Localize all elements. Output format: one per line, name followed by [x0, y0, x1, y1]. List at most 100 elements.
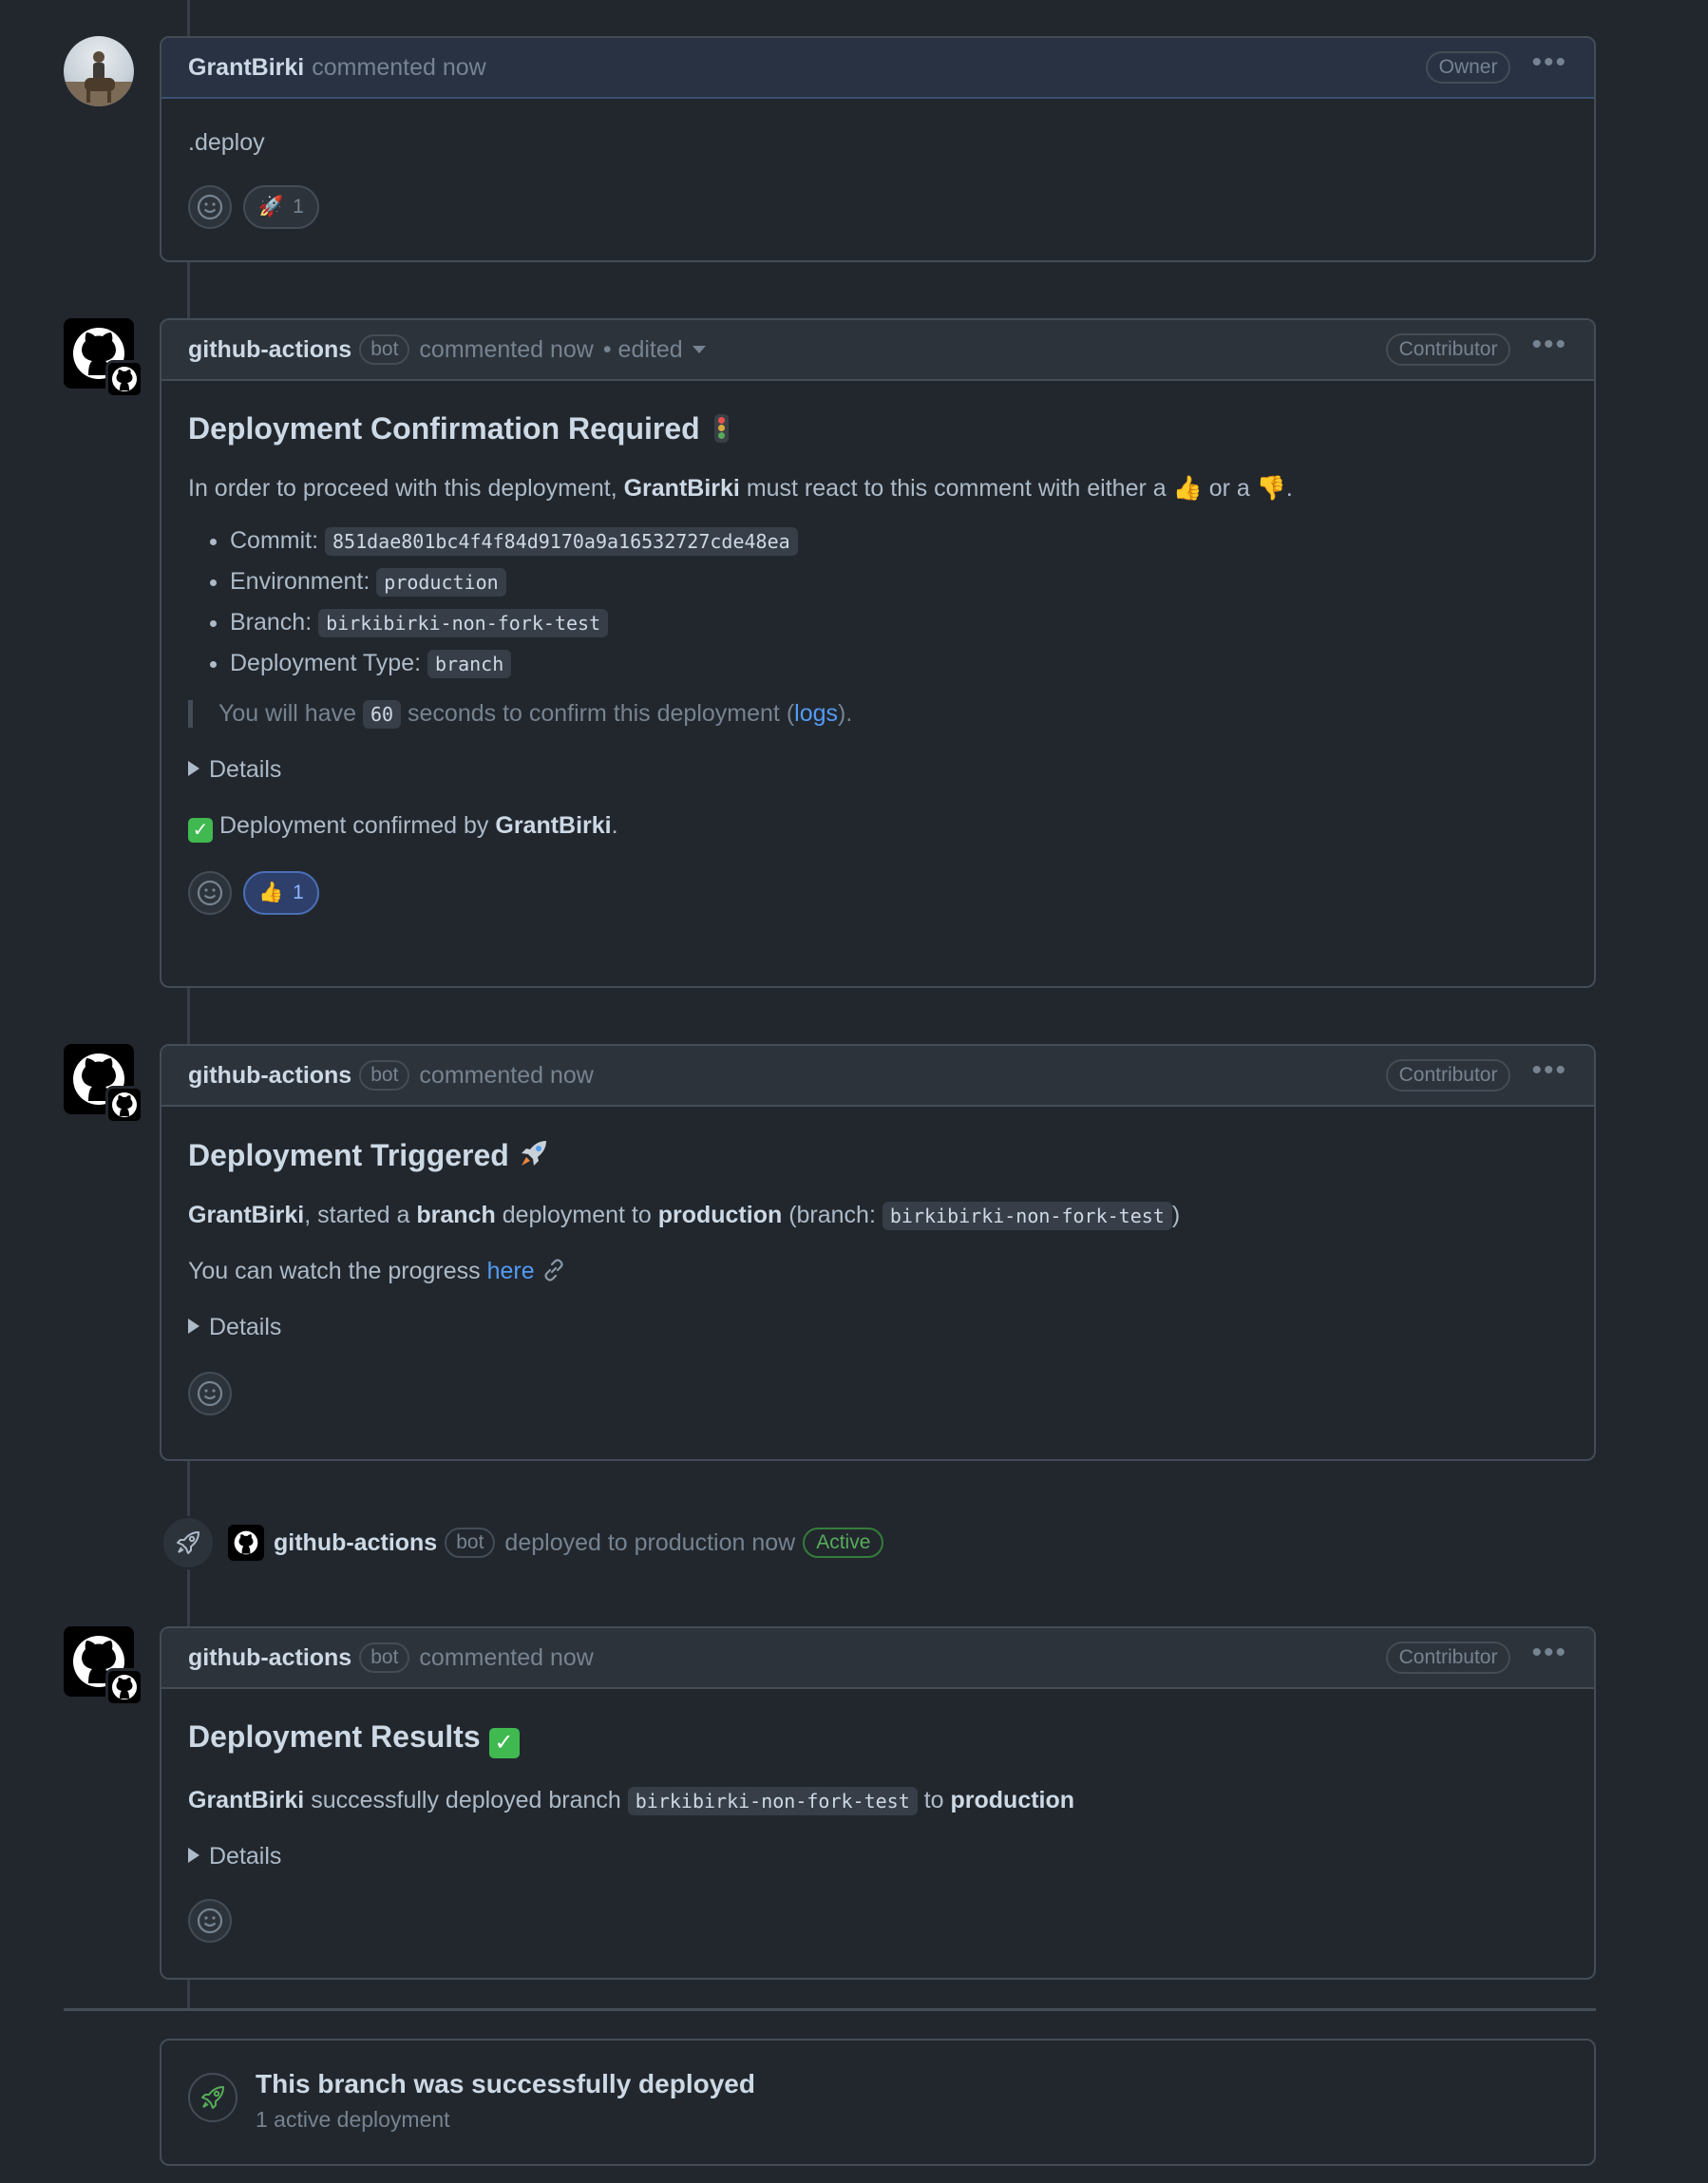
- add-reaction-button[interactable]: [188, 1372, 232, 1415]
- reaction-count: 1: [293, 882, 304, 903]
- triangle-right-icon: [188, 1848, 199, 1864]
- check-mark-icon: ✓: [188, 818, 213, 843]
- comment-header: github-actions bot commented now • edite…: [161, 320, 1594, 381]
- fact-label: Environment:: [230, 568, 370, 595]
- event-text[interactable]: deployed to production now: [504, 1529, 795, 1557]
- comment-timestamp[interactable]: commented now: [419, 336, 593, 364]
- traffic-light-icon: [713, 414, 729, 443]
- fact-label: Commit:: [230, 527, 319, 554]
- confirmation-quote: You will have 60 seconds to confirm this…: [188, 700, 1567, 729]
- more-options-icon[interactable]: •••: [1531, 1639, 1567, 1677]
- logs-link[interactable]: logs: [794, 700, 838, 727]
- progress-link[interactable]: here: [487, 1258, 535, 1284]
- fact-environment: Environment: production: [230, 568, 1567, 597]
- comment-card: github-actions bot commented now Contrib…: [160, 1626, 1596, 1980]
- comment-author[interactable]: github-actions: [188, 336, 351, 364]
- fact-deployment-type: Deployment Type: branch: [230, 650, 1567, 678]
- timeline-connector: [187, 262, 190, 319]
- timeline-connector: [187, 0, 190, 36]
- reactions-bar: [188, 1899, 1567, 1943]
- confirmed-user: GrantBirki: [495, 812, 612, 839]
- triangle-right-icon: [188, 761, 199, 777]
- deployment-summary: This branch was successfully deployed 1 …: [160, 2039, 1596, 2166]
- trigger-environment: production: [657, 1202, 783, 1228]
- add-reaction-button[interactable]: [188, 185, 232, 229]
- bot-label: bot: [359, 1060, 410, 1091]
- comment-author[interactable]: github-actions: [188, 1062, 351, 1090]
- details-toggle[interactable]: Details: [188, 1843, 1567, 1870]
- confirmed-line: ✓ Deployment confirmed by GrantBirki.: [188, 812, 1567, 843]
- fact-commit: Commit: 851dae801bc4f4f84d9170a9a1653272…: [230, 527, 1567, 556]
- confirmed-text: .: [611, 812, 618, 839]
- github-mark-icon: [112, 1675, 137, 1699]
- branch-code: birkibirki-non-fork-test: [627, 1787, 918, 1815]
- intro-text: must react to this comment with either a: [746, 475, 1167, 502]
- comment-header: github-actions bot commented now Contrib…: [161, 1046, 1594, 1107]
- intro-text: In order to proceed with this deployment…: [188, 475, 617, 502]
- status-badge: Active: [803, 1528, 884, 1558]
- comment-card: github-actions bot commented now • edite…: [160, 318, 1596, 988]
- trigger-text: deployment to: [502, 1202, 652, 1228]
- branch-code: birkibirki-non-fork-test: [882, 1202, 1172, 1230]
- event-actor[interactable]: github-actions: [274, 1529, 437, 1557]
- bot-avatar[interactable]: [64, 318, 143, 398]
- github-mark-icon: [112, 367, 137, 391]
- comment-header: GrantBirki commented now Owner •••: [161, 38, 1594, 99]
- rocket-emoji: 🚀: [258, 196, 284, 218]
- more-options-icon[interactable]: •••: [1531, 331, 1567, 369]
- comment-author[interactable]: GrantBirki: [188, 54, 304, 82]
- chevron-down-icon[interactable]: [692, 346, 706, 353]
- result-user: GrantBirki: [188, 1787, 305, 1813]
- role-badge: Owner: [1425, 51, 1511, 84]
- trigger-type: branch: [416, 1202, 496, 1228]
- details-toggle[interactable]: Details: [188, 756, 1567, 784]
- bot-label: bot: [359, 334, 410, 365]
- heading-text: Deployment Confirmation Required: [188, 411, 700, 446]
- details-label: Details: [209, 1843, 282, 1870]
- trigger-text: (branch:: [788, 1202, 876, 1228]
- bot-avatar[interactable]: [64, 1626, 143, 1706]
- edited-indicator[interactable]: • edited: [603, 336, 683, 364]
- details-label: Details: [209, 1314, 282, 1340]
- comment-timestamp[interactable]: commented now: [312, 54, 485, 82]
- comment-author[interactable]: github-actions: [188, 1644, 351, 1672]
- timeline-connector: [187, 1569, 190, 1626]
- github-mark-icon: [234, 1530, 258, 1555]
- fact-value: birkibirki-non-fork-test: [318, 609, 609, 637]
- comment-header: github-actions bot commented now Contrib…: [161, 1628, 1594, 1689]
- bot-avatar[interactable]: [228, 1525, 264, 1561]
- bot-avatar[interactable]: [64, 1044, 143, 1124]
- details-toggle[interactable]: Details: [188, 1314, 1567, 1341]
- role-badge: Contributor: [1385, 1642, 1511, 1674]
- intro-paragraph: In order to proceed with this deployment…: [188, 475, 1567, 503]
- thumbs-down-icon: 👎: [1256, 475, 1286, 502]
- comment-timestamp[interactable]: commented now: [419, 1644, 593, 1672]
- comment-timestamp[interactable]: commented now: [419, 1062, 593, 1090]
- more-options-icon[interactable]: •••: [1531, 1056, 1567, 1094]
- fact-label: Deployment Type:: [230, 650, 422, 676]
- comment-card: github-actions bot commented now Contrib…: [160, 1044, 1596, 1461]
- github-badge: [105, 1668, 143, 1706]
- heading-text: Deployment Triggered: [188, 1138, 509, 1172]
- add-reaction-button[interactable]: [188, 1899, 232, 1943]
- reaction-rocket[interactable]: 🚀 1: [243, 185, 319, 229]
- avatar[interactable]: [64, 36, 134, 106]
- reaction-thumbs-up[interactable]: 👍 1: [243, 871, 319, 915]
- progress-text: You can watch the progress: [188, 1258, 481, 1284]
- smiley-icon: [197, 1908, 223, 1934]
- trigger-user: GrantBirki: [188, 1202, 305, 1228]
- fact-value: production: [376, 568, 506, 597]
- heading-text: Deployment Results: [188, 1719, 481, 1754]
- intro-user: GrantBirki: [623, 475, 740, 502]
- more-options-icon[interactable]: •••: [1531, 48, 1567, 86]
- github-mark-icon: [112, 1092, 137, 1117]
- quote-text: ).: [838, 700, 853, 727]
- fact-branch: Branch: birkibirki-non-fork-test: [230, 609, 1567, 637]
- summary-subtitle[interactable]: 1 active deployment: [256, 2107, 755, 2133]
- summary-title: This branch was successfully deployed: [256, 2069, 755, 2098]
- add-reaction-button[interactable]: [188, 871, 232, 915]
- trigger-line: GrantBirki, started a branch deployment …: [188, 1202, 1567, 1230]
- github-badge: [105, 1086, 143, 1124]
- rocket-icon: [188, 2073, 237, 2122]
- fact-value: branch: [427, 650, 512, 678]
